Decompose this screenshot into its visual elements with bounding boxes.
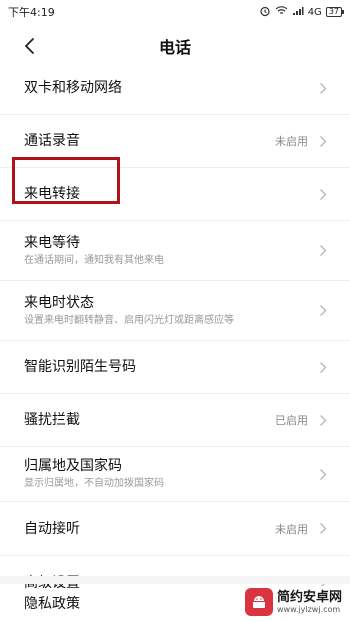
setting-value: 已启用 (275, 414, 308, 427)
chevron-right-icon (318, 81, 328, 95)
page-title: 电话 (158, 38, 191, 57)
battery-icon: 37 (325, 7, 345, 17)
setting-location-country-code[interactable]: 归属地及国家码 显示归属地，不自动加拨国家码 (0, 447, 350, 502)
chevron-right-icon (318, 244, 328, 258)
setting-label: 骚扰拦截 (24, 412, 80, 428)
setting-label: 来电时状态 (24, 294, 94, 311)
setting-call-forwarding[interactable]: 来电转接 (0, 168, 350, 221)
status-icons: 4G 37 (259, 5, 345, 20)
setting-label: 隐私政策 (24, 596, 80, 612)
setting-spam-blocking[interactable]: 骚扰拦截 已启用 (0, 394, 350, 447)
setting-incoming-call-state[interactable]: 来电时状态 设置来电时翻转静音、启用闪光灯或距离感应等 (0, 281, 350, 341)
battery-level: 37 (328, 7, 339, 16)
setting-label: 自动接听 (24, 520, 80, 537)
setting-value: 未启用 (275, 135, 308, 148)
setting-label: 来电转接 (24, 186, 80, 202)
network-type: 4G (307, 6, 322, 18)
chevron-right-icon (318, 187, 328, 201)
setting-identify-unknown[interactable]: 智能识别陌生号码 (0, 341, 350, 394)
chevron-right-icon (318, 304, 328, 318)
setting-call-waiting[interactable]: 来电等待 在通话期间，通知我有其他来电 (0, 221, 350, 281)
alarm-icon (259, 5, 271, 20)
chevron-right-icon (318, 467, 328, 481)
setting-dual-sim[interactable]: 双卡和移动网络 (0, 62, 350, 115)
watermark-url: www.jylzwj.com (276, 604, 341, 614)
setting-label: 双卡和移动网络 (24, 80, 122, 96)
setting-label: 智能识别陌生号码 (24, 359, 136, 375)
chevron-right-icon (318, 522, 328, 536)
section-divider (0, 576, 350, 584)
chevron-right-icon (318, 413, 328, 427)
status-time: 下午4:19 (8, 6, 55, 19)
signal-icon (292, 6, 304, 19)
chevron-right-icon (318, 134, 328, 148)
setting-call-recording[interactable]: 通话录音 未启用 (0, 115, 350, 168)
setting-value: 未启用 (275, 522, 308, 536)
chevron-right-icon (318, 360, 328, 374)
back-button[interactable] (18, 34, 42, 58)
android-logo-icon (244, 588, 273, 616)
chevron-left-icon (25, 38, 34, 54)
wifi-icon (275, 5, 288, 19)
watermark-title: 简约安卓网 (276, 589, 342, 605)
status-bar: 下午4:19 4G 37 (0, 0, 350, 24)
setting-subtitle: 在通话期间，通知我有其他来电 (24, 254, 164, 266)
setting-label: 来电等待 (24, 234, 80, 251)
setting-auto-answer[interactable]: 自动接听 未启用 (0, 502, 350, 556)
setting-label: 通话录音 (24, 133, 80, 149)
setting-label: 归属地及国家码 (24, 458, 122, 474)
setting-subtitle: 设置来电时翻转静音、启用闪光灯或距离感应等 (24, 314, 234, 326)
settings-list: 双卡和移动网络 通话录音 未启用 来电转接 来电等待 在通话期间，通知我有其他来… (0, 62, 350, 609)
watermark: 简约安卓网 www.jylzwj.com (240, 586, 346, 618)
setting-subtitle: 显示归属地，不自动加拨国家码 (24, 478, 164, 489)
